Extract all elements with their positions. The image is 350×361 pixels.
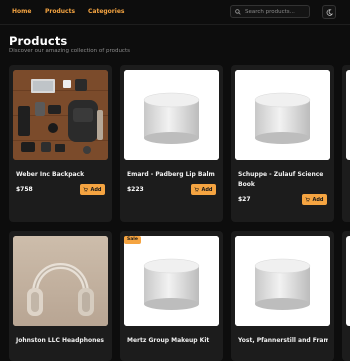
add-to-cart-button[interactable]: Add xyxy=(191,184,216,195)
cart-icon xyxy=(83,187,89,192)
theme-toggle-button[interactable] xyxy=(322,5,336,19)
page-subtitle: Discover our amazing collection of produ… xyxy=(9,48,130,54)
page-title: Products xyxy=(9,34,68,48)
product-image-container[interactable] xyxy=(124,236,219,326)
product-image-container[interactable] xyxy=(346,236,350,326)
product-card[interactable]: Yost, Pfannerstill and Framl xyxy=(231,231,334,361)
product-price: $223 xyxy=(127,186,144,193)
add-to-cart-button[interactable]: Add xyxy=(80,184,105,195)
product-image-container[interactable] xyxy=(235,236,330,326)
sale-badge: Sale xyxy=(124,236,141,244)
product-name[interactable]: Schuppe - Zulauf Science Book xyxy=(238,170,328,190)
nav-link-products[interactable]: Products xyxy=(45,8,75,15)
product-card[interactable] xyxy=(342,65,350,222)
product-name[interactable]: Yost, Pfannerstill and Framl xyxy=(238,336,328,346)
product-card[interactable] xyxy=(342,231,350,361)
product-price: $758 xyxy=(16,186,33,193)
cart-icon xyxy=(305,197,311,202)
nav-link-categories[interactable]: Categories xyxy=(88,8,124,15)
product-card[interactable]: Johnston LLC Headphones xyxy=(9,231,112,361)
product-card[interactable]: Schuppe - Zulauf Science Book $27 Add xyxy=(231,65,334,222)
search-box[interactable] xyxy=(230,5,310,18)
add-to-cart-button[interactable]: Add xyxy=(302,194,327,205)
product-name[interactable]: Johnston LLC Headphones xyxy=(16,336,106,346)
add-button-label: Add xyxy=(90,186,102,193)
cart-icon xyxy=(194,187,200,192)
product-card[interactable]: Weber Inc Backpack $758 Add xyxy=(9,65,112,222)
product-name[interactable]: Weber Inc Backpack xyxy=(16,170,106,180)
product-image-container[interactable] xyxy=(235,70,330,160)
product-image-backpack[interactable] xyxy=(13,70,108,160)
product-card[interactable]: Sale Mertz Group Makeup Kit xyxy=(120,231,223,361)
add-button-label: Add xyxy=(201,186,213,193)
product-price: $27 xyxy=(238,196,251,203)
product-name[interactable]: Mertz Group Makeup Kit xyxy=(127,336,217,346)
search-icon xyxy=(235,8,241,15)
product-card[interactable]: Emard - Padberg Lip Balm $223 Add xyxy=(120,65,223,222)
product-image-container[interactable] xyxy=(346,70,350,160)
add-button-label: Add xyxy=(312,196,324,203)
top-navbar: Home Products Categories xyxy=(0,0,350,25)
product-image-headphones[interactable] xyxy=(13,236,108,326)
product-name[interactable]: Emard - Padberg Lip Balm xyxy=(127,170,217,180)
product-image-container[interactable] xyxy=(124,70,219,160)
moon-icon xyxy=(326,8,333,16)
nav-link-home[interactable]: Home xyxy=(12,8,31,15)
search-input[interactable] xyxy=(245,8,307,15)
